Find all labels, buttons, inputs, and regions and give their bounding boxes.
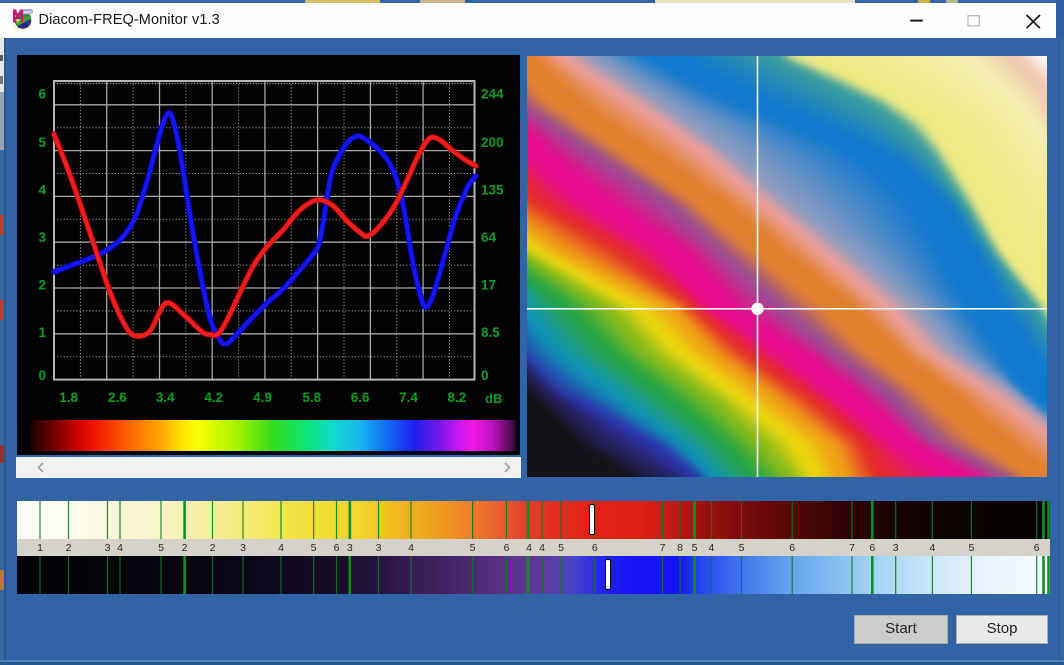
svg-text:5.8: 5.8 [302, 390, 321, 405]
svg-text:200: 200 [481, 135, 504, 150]
svg-text:4.2: 4.2 [204, 390, 223, 405]
svg-text:1.8: 1.8 [59, 390, 78, 405]
svg-text:0: 0 [481, 368, 489, 383]
svg-text:64: 64 [481, 230, 497, 245]
svg-text:1: 1 [38, 325, 46, 340]
svg-text:3.4: 3.4 [156, 390, 175, 405]
svg-text:4.9: 4.9 [253, 390, 272, 405]
svg-text:6.6: 6.6 [351, 390, 370, 405]
svg-text:0: 0 [38, 368, 46, 383]
svg-text:135: 135 [481, 183, 504, 198]
svg-text:dB: dB [485, 391, 502, 406]
svg-text:7.4: 7.4 [399, 390, 418, 405]
svg-text:5: 5 [38, 135, 46, 150]
svg-text:8.5: 8.5 [481, 325, 500, 340]
svg-text:17: 17 [481, 278, 496, 293]
svg-text:2: 2 [38, 278, 46, 293]
svg-text:244: 244 [481, 87, 504, 102]
svg-text:8.2: 8.2 [448, 390, 467, 405]
svg-text:3: 3 [38, 230, 46, 245]
svg-text:6: 6 [38, 87, 46, 102]
svg-text:4: 4 [38, 183, 46, 198]
svg-text:2.6: 2.6 [108, 390, 127, 405]
